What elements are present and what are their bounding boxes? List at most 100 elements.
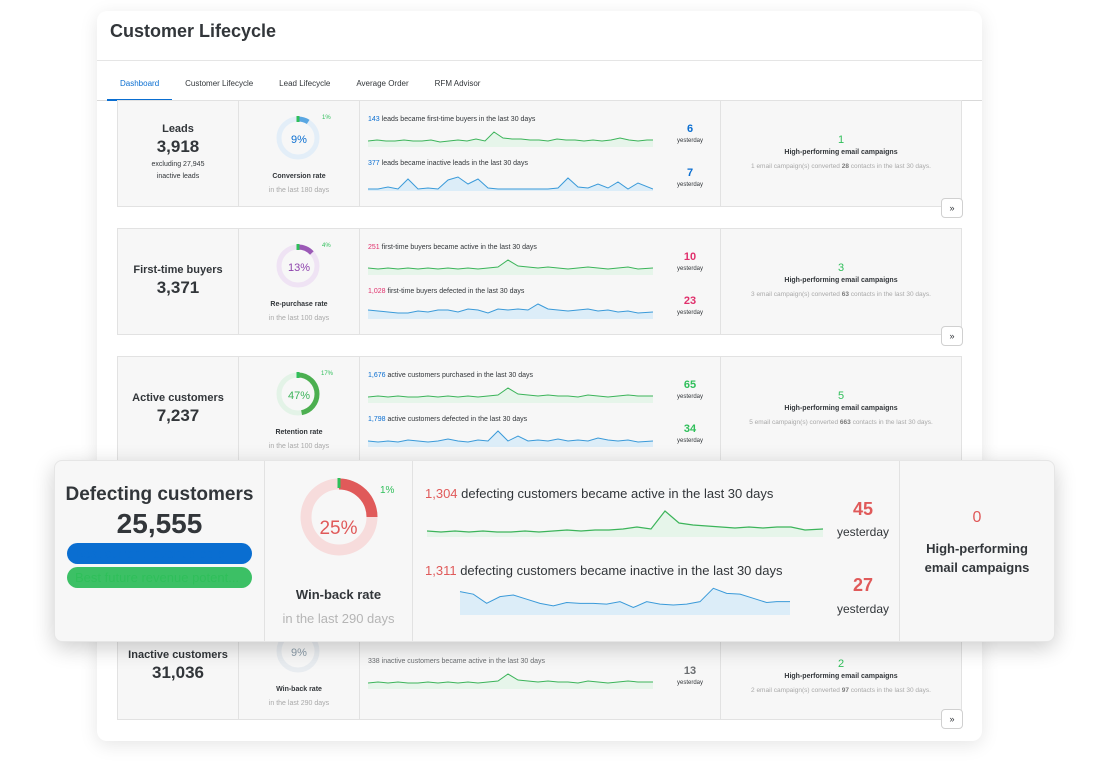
first-time-buyers-card: First-time buyers 3,371 13% 4% Re-purcha… xyxy=(117,228,963,346)
segment-name: Inactive customers xyxy=(128,649,228,661)
campaign-panel: 1 High-performing email campaigns 1 emai… xyxy=(721,101,961,206)
app-header: Customer Lifecycle xyxy=(97,11,982,61)
campaign-count: 1 xyxy=(837,134,845,146)
donut-percent: 25% xyxy=(319,518,358,539)
donut-percent: 9% xyxy=(291,647,307,659)
campaign-count: 3 xyxy=(837,262,845,274)
rate-period: in the last 290 days xyxy=(268,700,330,707)
expand-button[interactable]: » xyxy=(941,326,963,346)
tab-bar: Dashboard Customer Lifecycle Lead Lifecy… xyxy=(97,66,982,101)
donut-small-percent: 17% xyxy=(321,371,334,377)
tab-dashboard[interactable]: Dashboard xyxy=(107,66,173,101)
rate-period: in the last 180 days xyxy=(268,187,330,194)
sparkline-green xyxy=(368,387,653,403)
rate-label: Conversion rate xyxy=(272,173,326,180)
campaign-panel: 3 High-performing email campaigns 3 emai… xyxy=(721,229,961,334)
yesterday-label: yesterday xyxy=(676,310,703,316)
trend-panel: 143 leads became first-time buyers in th… xyxy=(360,101,721,206)
trend-text: 338 inactive customers became active in … xyxy=(368,658,546,665)
yesterday-count: 10 xyxy=(683,251,697,263)
rate-label: Retention rate xyxy=(275,429,323,436)
campaign-note: 2 email campaign(s) converted 97 contact… xyxy=(751,687,931,694)
yesterday-label: yesterday xyxy=(676,182,703,188)
sparkline-blue xyxy=(459,587,790,615)
segment-name: Defecting customers xyxy=(65,484,254,505)
best-future-revenue-tag[interactable]: Best future revenue potent... xyxy=(67,567,252,588)
sparkline-blue xyxy=(368,430,653,447)
rate-label: Win-back rate xyxy=(276,686,322,693)
segment-count: 31,036 xyxy=(152,663,204,682)
yesterday-label: yesterday xyxy=(676,138,703,144)
campaign-label: High-performing email campaigns xyxy=(784,405,898,412)
yesterday-count: 27 xyxy=(852,575,874,595)
sparkline-blue xyxy=(368,176,653,191)
donut-percent: 13% xyxy=(287,262,311,274)
segment-name: Leads xyxy=(162,123,194,135)
donut-small-percent: 4% xyxy=(322,243,331,249)
campaign-note: 1 email campaign(s) converted 28 contact… xyxy=(751,163,931,170)
expand-button[interactable]: » xyxy=(941,709,963,729)
campaign-label: High-performing email campaigns xyxy=(924,541,1030,575)
trend-panel: 251 first-time buyers became active in t… xyxy=(360,229,721,334)
yesterday-count: 13 xyxy=(683,665,697,677)
trend-panel: 1,304 defecting customers became active … xyxy=(413,461,900,641)
tab-average-order[interactable]: Average Order xyxy=(343,66,421,100)
sparkline-blue xyxy=(368,303,653,319)
best-current-revenue-tag[interactable]: Best current revenue pote... xyxy=(67,543,252,564)
double-chevron-down-icon: » xyxy=(949,331,955,341)
rate-panel: 47% 17% Retention rate in the last 100 d… xyxy=(239,357,360,462)
donut-small-percent: 1% xyxy=(380,485,395,496)
trend-text: 1,676 active customers purchased in the … xyxy=(368,372,533,379)
donut-small-percent: 1% xyxy=(322,115,331,121)
yesterday-count: 6 xyxy=(686,123,694,135)
rate-panel: 9% 1% Conversion rate in the last 180 da… xyxy=(239,101,360,206)
defecting-customers-card: Defecting customers 25,555 Best current … xyxy=(54,460,1055,642)
segment-name: Active customers xyxy=(132,392,224,404)
segment-summary: First-time buyers 3,371 xyxy=(118,229,239,334)
segment-summary: Leads 3,918 excluding 27,945 inactive le… xyxy=(118,101,239,206)
segment-count: 3,371 xyxy=(156,278,200,297)
expand-button[interactable]: » xyxy=(941,198,963,218)
yesterday-label: yesterday xyxy=(836,602,890,616)
double-chevron-down-icon: » xyxy=(949,714,955,724)
segment-name: First-time buyers xyxy=(133,264,223,276)
yesterday-count: 23 xyxy=(683,295,697,307)
rate-panel: 13% 4% Re-purchase rate in the last 100 … xyxy=(239,229,360,334)
tab-customer-lifecycle[interactable]: Customer Lifecycle xyxy=(172,66,266,100)
tab-lead-lifecycle[interactable]: Lead Lifecycle xyxy=(266,66,343,100)
sparkline-green xyxy=(427,510,823,537)
donut-percent: 47% xyxy=(287,390,311,402)
yesterday-label: yesterday xyxy=(836,525,890,539)
trend-text: 143 leads became first-time buyers in th… xyxy=(368,116,536,123)
rate-period: in the last 100 days xyxy=(268,315,330,322)
campaign-note: 3 email campaign(s) converted 63 contact… xyxy=(751,291,931,298)
winback-donut xyxy=(300,478,378,556)
yesterday-count: 45 xyxy=(852,499,874,519)
campaign-label: High-performing email campaigns xyxy=(784,673,898,680)
trend-text: 1,304 defecting customers became active … xyxy=(425,486,774,501)
yesterday-label: yesterday xyxy=(676,266,703,272)
yesterday-label: yesterday xyxy=(676,394,703,400)
campaign-note: 5 email campaign(s) converted 663 contac… xyxy=(749,419,933,426)
tab-rfm-advisor[interactable]: RFM Advisor xyxy=(422,66,494,100)
yesterday-count: 7 xyxy=(686,167,694,179)
segment-summary: Active customers 7,237 xyxy=(118,357,239,462)
active-customers-card: Active customers 7,237 47% 17% Retention… xyxy=(117,356,962,463)
sparkline-green xyxy=(368,673,653,689)
segment-summary: Defecting customers 25,555 Best current … xyxy=(55,461,265,641)
trend-text: 1,028 first-time buyers defected in the … xyxy=(368,288,525,295)
rate-period: in the last 100 days xyxy=(268,443,330,450)
double-chevron-down-icon: » xyxy=(949,203,955,213)
segment-count: 25,555 xyxy=(116,508,203,539)
segment-count: 3,918 xyxy=(156,137,200,156)
campaign-label: High-performing email campaigns xyxy=(784,149,898,156)
trend-text: 1,798 active customers defected in the l… xyxy=(368,416,528,423)
trend-text: 377 leads became inactive leads in the l… xyxy=(368,160,528,167)
leads-card: Leads 3,918 excluding 27,945 inactive le… xyxy=(117,100,963,218)
page-title: Customer Lifecycle xyxy=(110,21,277,41)
yesterday-count: 34 xyxy=(683,423,697,435)
campaign-count: 2 xyxy=(837,658,845,670)
campaign-panel: 5 High-performing email campaigns 5 emai… xyxy=(721,357,961,462)
segment-note: inactive leads xyxy=(156,173,200,180)
sparkline-green xyxy=(368,259,653,275)
